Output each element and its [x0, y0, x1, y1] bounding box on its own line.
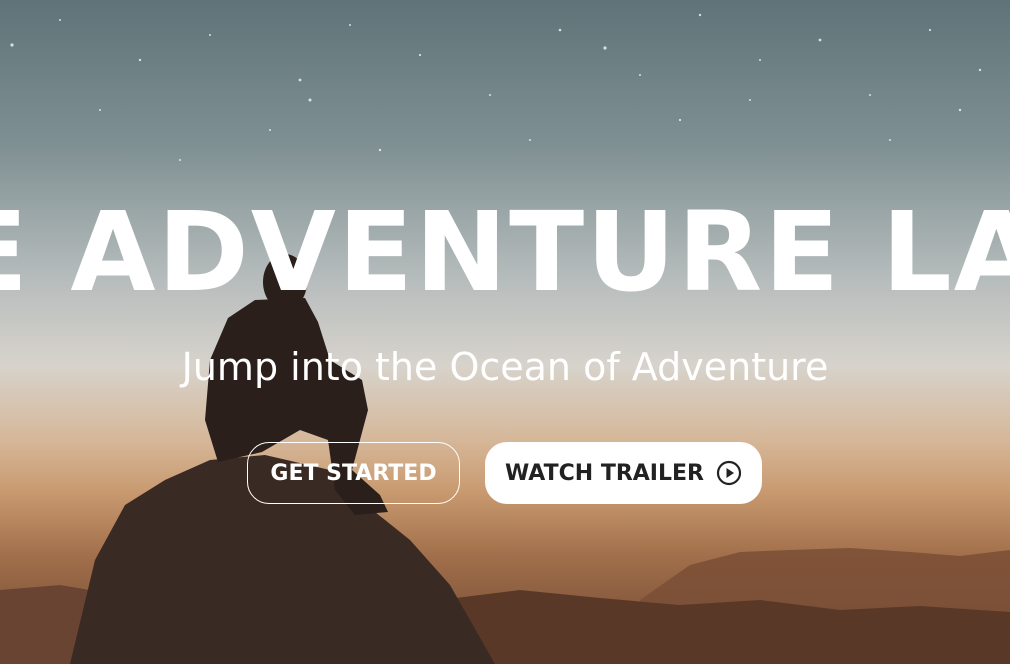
get-started-button[interactable]: GET STARTED	[247, 442, 460, 504]
get-started-label: GET STARTED	[270, 460, 437, 486]
watch-trailer-button[interactable]: WATCH TRAILER	[485, 442, 762, 504]
hero-headline: THE ADVENTURE LAND	[0, 188, 1010, 316]
hero-section: THE ADVENTURE LAND Jump into the Ocean o…	[0, 0, 1010, 664]
watch-trailer-label: WATCH TRAILER	[505, 460, 704, 486]
hero-background-image	[0, 13, 1010, 664]
play-circle-icon	[716, 460, 742, 486]
hero-subtitle: Jump into the Ocean of Adventure	[181, 345, 829, 389]
